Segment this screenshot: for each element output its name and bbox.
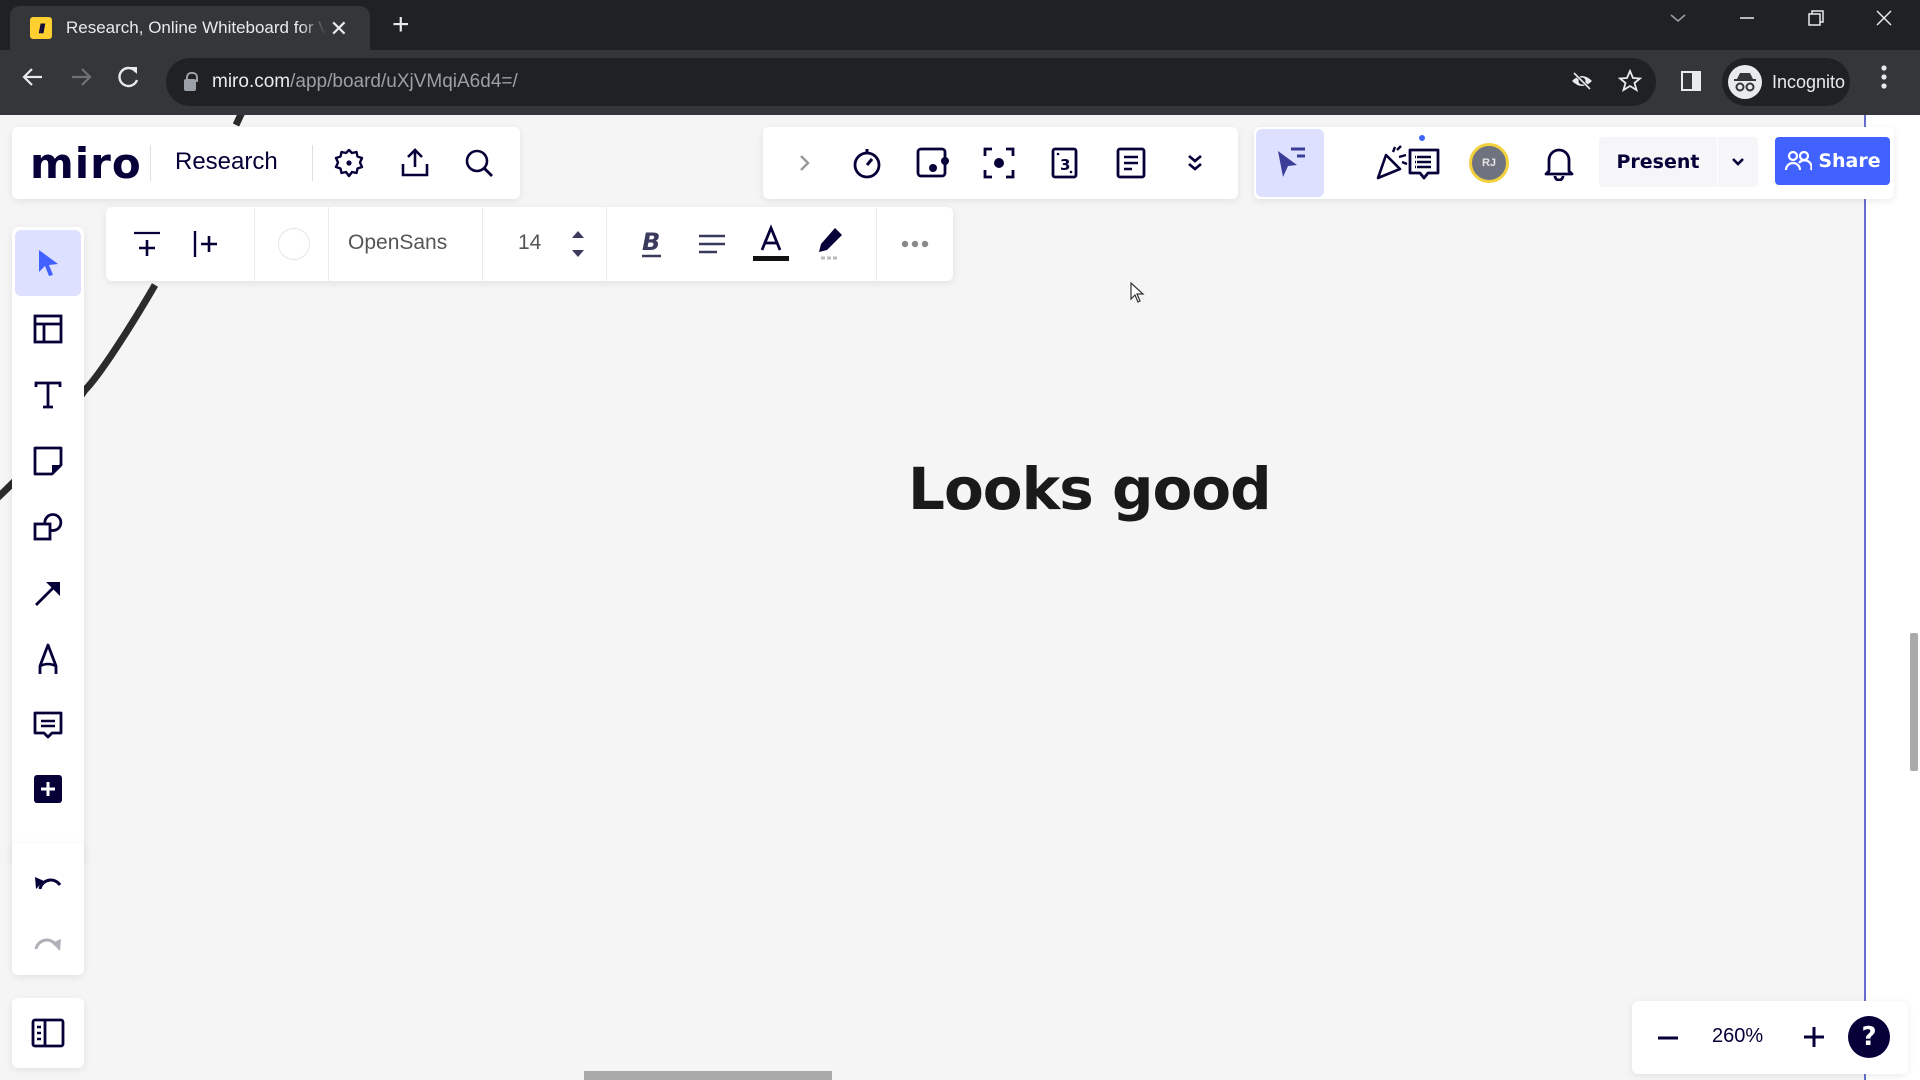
- zoom-controls: 260% ?: [1632, 1001, 1908, 1074]
- board-header-panel: miro Research: [12, 127, 520, 199]
- user-avatar[interactable]: RJ: [1469, 143, 1509, 183]
- board-canvas[interactable]: Looks good miro Research 3 RJ Present Sh…: [0, 115, 1920, 1080]
- left-toolbar: [12, 227, 84, 864]
- tab-search-chevron-icon[interactable]: [1668, 8, 1688, 34]
- connection-line-arrow-icon[interactable]: [28, 573, 68, 613]
- divider: [482, 207, 483, 281]
- templates-icon[interactable]: [28, 309, 68, 349]
- shapes-icon[interactable]: [28, 507, 68, 547]
- timer-icon[interactable]: [848, 144, 886, 182]
- divider: [254, 207, 255, 281]
- divider: [606, 207, 607, 281]
- miro-logo[interactable]: miro: [30, 139, 142, 188]
- browser-toolbar: miro.com/app/board/uXjVMqiA6d4=/ Incogni…: [0, 50, 1920, 115]
- tab-close-icon[interactable]: ✕: [330, 16, 348, 42]
- horizontal-scrollbar[interactable]: [584, 1071, 832, 1080]
- sticky-note-icon[interactable]: [28, 441, 68, 481]
- tab-title: Research, Online Whiteboard for Visual C…: [66, 18, 326, 37]
- font-family-select[interactable]: OpenSans: [348, 231, 447, 255]
- side-panel-icon[interactable]: [1680, 70, 1702, 98]
- cursor-filter-icon: [1272, 143, 1310, 183]
- more-options-ellipsis-icon[interactable]: [898, 231, 932, 257]
- browser-tab-strip: /// Research, Online Whiteboard for Visu…: [0, 0, 1920, 50]
- reactions-toggle-active[interactable]: [1256, 129, 1324, 197]
- bold-icon[interactable]: B: [637, 225, 667, 261]
- share-label: Share: [1818, 150, 1881, 172]
- lock-icon[interactable]: [184, 72, 198, 91]
- svg-text:3: 3: [1060, 156, 1070, 174]
- users-icon: [1785, 150, 1813, 171]
- frames-panel-toggle: [12, 998, 84, 1068]
- canvas-frame-outside: [1866, 115, 1920, 1080]
- tracking-blocked-eye-icon[interactable]: [1570, 69, 1594, 99]
- present-options-chevron-icon[interactable]: [1718, 137, 1758, 187]
- browser-tab[interactable]: /// Research, Online Whiteboard for Visu…: [10, 6, 370, 50]
- text-color-icon[interactable]: [751, 223, 791, 265]
- highlight-pen-icon[interactable]: [812, 223, 848, 265]
- reload-icon[interactable]: [116, 64, 142, 97]
- fill-color-swatch[interactable]: [278, 228, 310, 260]
- collaboration-tools-panel: 3: [763, 127, 1238, 199]
- frame-border-line: [1864, 115, 1866, 1080]
- video-call-icon[interactable]: [914, 144, 952, 182]
- pen-icon[interactable]: [28, 639, 68, 679]
- vertical-scrollbar[interactable]: [1910, 633, 1918, 771]
- svg-text:B: B: [642, 228, 660, 256]
- restore-icon[interactable]: [1806, 8, 1826, 34]
- incognito-profile[interactable]: Incognito: [1722, 58, 1850, 106]
- text-tool-icon[interactable]: [28, 375, 68, 415]
- url-text[interactable]: miro.com/app/board/uXjVMqiA6d4=/: [212, 71, 518, 93]
- miro-favicon-icon: ///: [30, 17, 52, 39]
- minimize-icon[interactable]: [1737, 8, 1757, 34]
- settings-gear-icon[interactable]: [332, 146, 366, 180]
- redo-icon[interactable]: [28, 925, 68, 961]
- help-button[interactable]: ?: [1848, 1016, 1890, 1058]
- text-format-toolbar: OpenSans 14 B: [106, 207, 953, 281]
- divider: [876, 207, 877, 281]
- tool-select[interactable]: [15, 230, 81, 296]
- undo-icon[interactable]: [28, 863, 68, 899]
- expand-chevron-right-icon[interactable]: [795, 151, 815, 175]
- search-icon[interactable]: [462, 146, 496, 180]
- present-button[interactable]: Present: [1599, 137, 1717, 187]
- divider: [312, 145, 313, 181]
- share-button[interactable]: Share: [1775, 137, 1890, 185]
- select-cursor-icon: [31, 246, 65, 280]
- align-left-icon[interactable]: [695, 227, 729, 261]
- divider: [328, 207, 329, 281]
- zoom-out-minus-icon[interactable]: [1654, 1025, 1682, 1051]
- new-tab-button[interactable]: +: [392, 8, 410, 42]
- add-row-above-icon[interactable]: [130, 227, 164, 261]
- close-window-icon[interactable]: [1874, 8, 1894, 34]
- notes-document-icon[interactable]: [1112, 144, 1150, 182]
- chat-list-icon[interactable]: [1404, 143, 1444, 185]
- attention-focus-icon[interactable]: [980, 144, 1018, 182]
- more-tools-double-chevron-icon[interactable]: [1182, 149, 1208, 177]
- export-upload-icon[interactable]: [398, 146, 432, 180]
- notifications-bell-icon[interactable]: [1540, 143, 1578, 183]
- add-column-right-icon[interactable]: [188, 227, 222, 261]
- more-apps-plus-icon[interactable]: [28, 769, 68, 809]
- forward-icon[interactable]: [68, 64, 94, 97]
- divider: [150, 145, 151, 181]
- mouse-cursor-icon: [1130, 281, 1145, 303]
- bookmark-star-icon[interactable]: [1617, 68, 1643, 99]
- incognito-label: Incognito: [1772, 71, 1846, 92]
- sidebar-frames-icon[interactable]: [28, 1014, 68, 1052]
- back-icon[interactable]: [20, 64, 46, 97]
- incognito-icon: [1728, 65, 1762, 99]
- browser-menu-icon[interactable]: [1880, 64, 1888, 95]
- address-bar[interactable]: miro.com/app/board/uXjVMqiA6d4=/: [166, 58, 1656, 106]
- collab-panel: RJ Present Share: [1254, 127, 1894, 199]
- undo-redo-panel: [12, 843, 84, 975]
- font-size-stepper-icon[interactable]: [568, 225, 588, 263]
- zoom-in-plus-icon[interactable]: [1800, 1023, 1828, 1051]
- font-size-input[interactable]: 14: [518, 231, 541, 255]
- comment-icon[interactable]: [28, 705, 68, 745]
- notification-dot: [1419, 135, 1425, 141]
- board-name[interactable]: Research: [175, 148, 278, 176]
- voting-card-icon[interactable]: 3: [1046, 144, 1084, 182]
- zoom-level[interactable]: 260%: [1712, 1025, 1763, 1048]
- text-item-looks-good[interactable]: Looks good: [908, 455, 1272, 523]
